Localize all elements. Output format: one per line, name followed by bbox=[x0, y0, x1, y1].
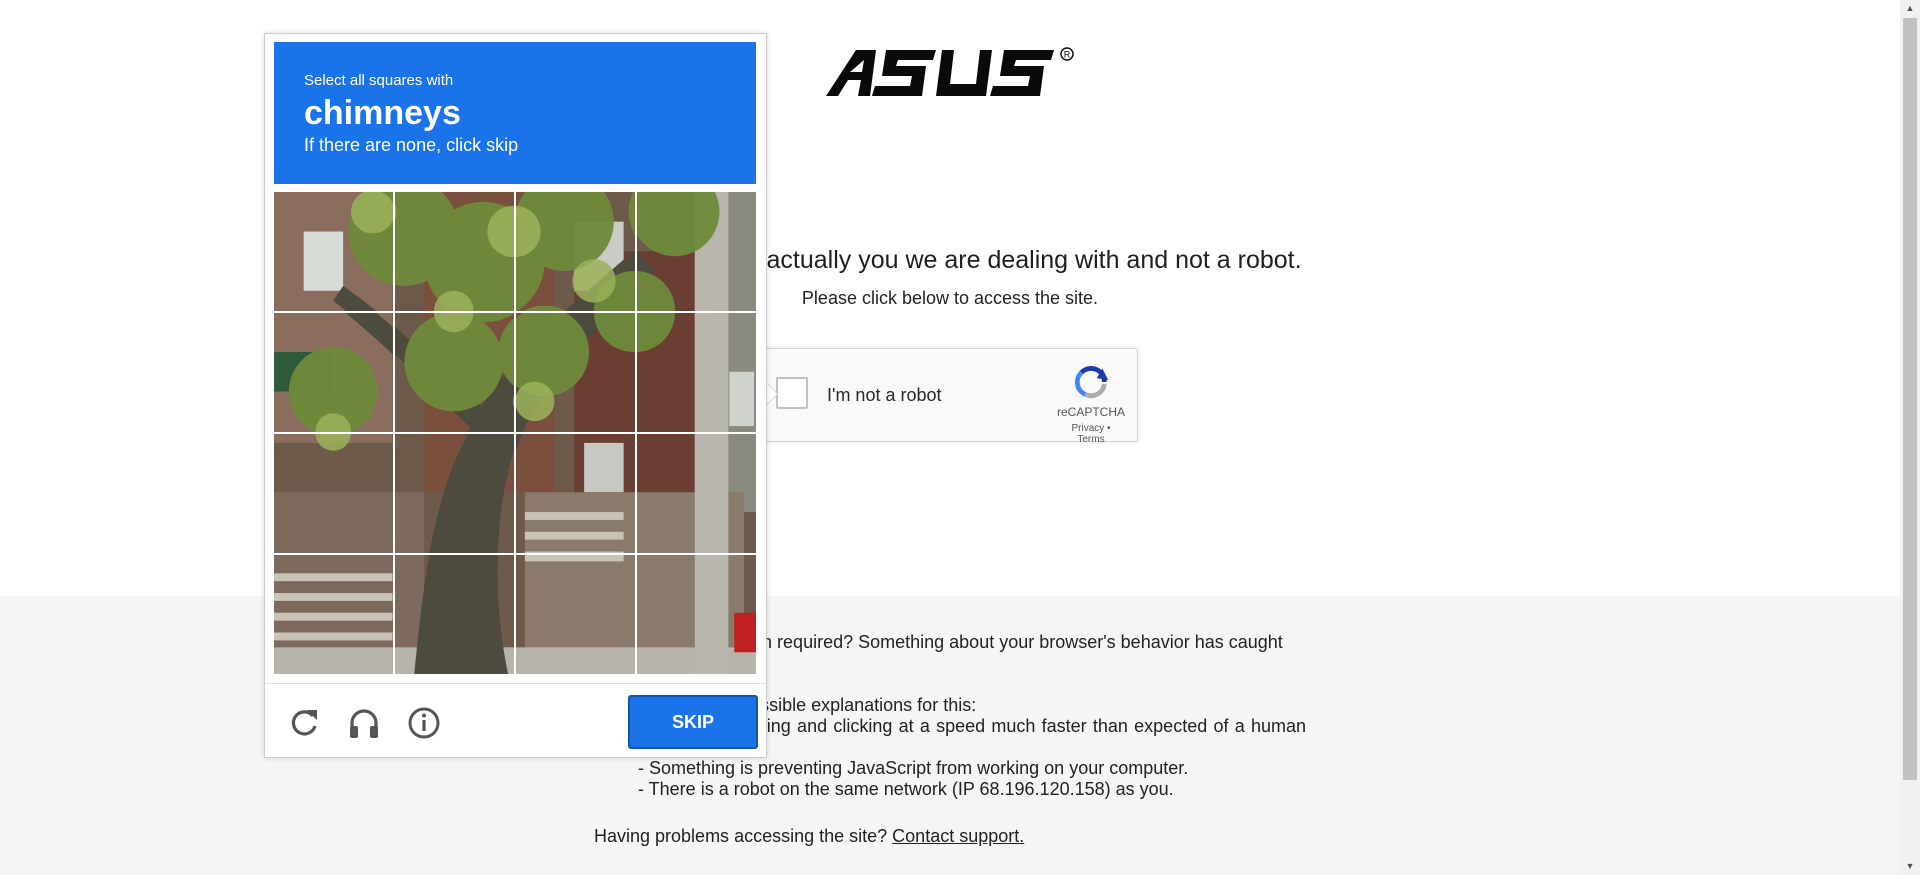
image-tile[interactable] bbox=[274, 313, 393, 432]
scroll-up-arrow-icon[interactable]: ▲ bbox=[1900, 0, 1920, 17]
skip-button[interactable]: SKIP bbox=[628, 695, 758, 749]
recaptcha-checkbox-label: I'm not a robot bbox=[827, 385, 942, 405]
vertical-scrollbar[interactable]: ▲ ▼ bbox=[1900, 0, 1920, 875]
image-tile[interactable] bbox=[516, 434, 635, 553]
challenge-instructions: Select all squares with chimneys If ther… bbox=[274, 42, 756, 184]
reason-item: - Something is preventing JavaScript fro… bbox=[638, 758, 1189, 778]
recaptcha-privacy-terms[interactable]: Privacy • Terms bbox=[1057, 423, 1125, 445]
recaptcha-icon bbox=[1074, 366, 1109, 399]
image-tile[interactable] bbox=[274, 555, 393, 674]
recaptcha-logo: reCAPTCHA Privacy • Terms bbox=[1057, 361, 1125, 445]
recaptcha-widget: I'm not a robot reCAPTCHA Privacy • Term… bbox=[760, 348, 1138, 445]
info-icon[interactable] bbox=[405, 704, 443, 742]
image-tile[interactable] bbox=[395, 434, 514, 553]
svg-text:R: R bbox=[1064, 50, 1071, 60]
headphones-icon[interactable] bbox=[345, 704, 383, 742]
image-tile[interactable] bbox=[516, 192, 635, 311]
image-tile[interactable] bbox=[395, 555, 514, 674]
scroll-down-arrow-icon[interactable]: ▼ bbox=[1900, 858, 1920, 875]
image-tile[interactable] bbox=[274, 434, 393, 553]
help-text: Having problems accessing the site? bbox=[594, 826, 888, 846]
image-tile[interactable] bbox=[637, 192, 756, 311]
challenge-pointer-arrow bbox=[766, 383, 777, 405]
instruction-skip-hint: If there are none, click skip bbox=[304, 135, 519, 155]
help-line: Having problems accessing the site? Cont… bbox=[594, 826, 1024, 847]
image-tile[interactable] bbox=[395, 192, 514, 311]
reason-item: - There is a robot on the same network (… bbox=[638, 779, 1174, 799]
image-tile-grid bbox=[274, 192, 756, 674]
asus-logo: R bbox=[826, 46, 1076, 106]
recaptcha-brand: reCAPTCHA bbox=[1057, 405, 1126, 419]
challenge-target: chimneys bbox=[304, 94, 461, 132]
image-tile[interactable] bbox=[637, 434, 756, 553]
image-tile[interactable] bbox=[395, 313, 514, 432]
contact-support-link[interactable]: Contact support. bbox=[892, 826, 1024, 846]
recaptcha-challenge-popup: Select all squares with chimneys If ther… bbox=[264, 33, 767, 758]
image-tile[interactable] bbox=[274, 192, 393, 311]
instruction-line: Select all squares with bbox=[304, 72, 454, 89]
reload-icon[interactable] bbox=[285, 704, 323, 742]
image-tile[interactable] bbox=[637, 555, 756, 674]
image-tile[interactable] bbox=[516, 313, 635, 432]
challenge-controls: SKIP bbox=[265, 683, 766, 757]
image-tile[interactable] bbox=[637, 313, 756, 432]
image-tile[interactable] bbox=[516, 555, 635, 674]
recaptcha-checkbox[interactable] bbox=[776, 377, 808, 409]
scroll-thumb[interactable] bbox=[1903, 18, 1917, 780]
